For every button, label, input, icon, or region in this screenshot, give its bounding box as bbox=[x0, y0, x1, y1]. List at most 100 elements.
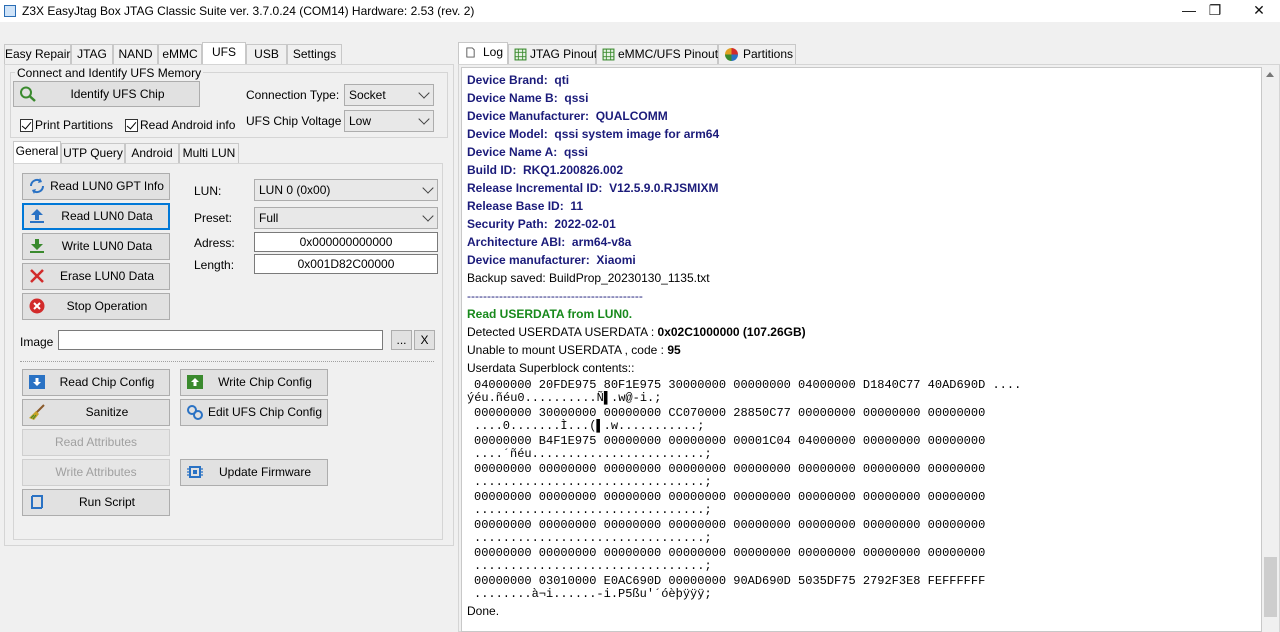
chip-icon bbox=[187, 466, 203, 478]
chip-down-icon bbox=[29, 375, 45, 389]
preset-select[interactable]: Full bbox=[254, 207, 438, 229]
tab-jtag[interactable]: JTAG bbox=[71, 44, 113, 64]
log-mount-line: Unable to mount USERDATA , code : 95 bbox=[467, 343, 681, 357]
tab-usb[interactable]: USB bbox=[246, 44, 287, 64]
log-backup-line: Backup saved: BuildProp_20230130_1135.tx… bbox=[467, 271, 710, 285]
tab-nand[interactable]: NAND bbox=[113, 44, 158, 64]
hex-row: 00000000 00000000 00000000 00000000 0000… bbox=[474, 518, 986, 532]
hex-ascii: ....0.......Ì...(▌.w...........; bbox=[474, 419, 705, 433]
tab-partitions[interactable]: Partitions bbox=[718, 44, 796, 64]
identify-ufs-button[interactable]: Identify UFS Chip bbox=[13, 81, 200, 107]
log-scrollbar[interactable] bbox=[1262, 67, 1279, 632]
hex-ascii: ýéu.ñéu0..........Ñ▌.w@-i.; bbox=[467, 391, 662, 405]
address-input[interactable]: 0x000000000000 bbox=[254, 232, 438, 252]
close-button[interactable]: ✕ bbox=[1236, 0, 1280, 22]
log-prop-line: Security Path: 2022-02-01 bbox=[467, 217, 616, 231]
print-partitions-label: Print Partitions bbox=[35, 118, 114, 132]
write-attributes-button[interactable]: Write Attributes bbox=[22, 459, 170, 486]
sanitize-button[interactable]: Sanitize bbox=[22, 399, 170, 426]
chevron-down-icon bbox=[418, 87, 430, 99]
log-done: Done. bbox=[467, 604, 500, 618]
main-tab-bar: Easy Repair JTAG NAND eMMC UFS USB Setti… bbox=[4, 42, 454, 66]
sub-tab-bar: General UTP Query Android Multi LUN bbox=[13, 141, 443, 165]
lun-label: LUN: bbox=[194, 184, 222, 198]
image-clear-button[interactable]: X bbox=[414, 330, 435, 350]
title-bar: Z3X EasyJtag Box JTAG Classic Suite ver.… bbox=[0, 0, 1280, 22]
connect-group-title: Connect and Identify UFS Memory bbox=[15, 66, 204, 80]
log-icon bbox=[466, 47, 475, 58]
log-prop-line: Device Model: qssi system image for arm6… bbox=[467, 127, 720, 141]
tab-emmc-ufs-pinout[interactable]: eMMC/UFS Pinout bbox=[596, 44, 718, 64]
tab-emmc[interactable]: eMMC bbox=[158, 44, 202, 64]
hex-row: 00000000 B4F1E975 00000000 00000000 0000… bbox=[474, 434, 986, 448]
hex-row: 00000000 00000000 00000000 00000000 0000… bbox=[474, 462, 986, 476]
settings-cog-icon bbox=[187, 405, 203, 420]
connection-type-select[interactable]: Socket bbox=[344, 84, 434, 106]
stop-icon bbox=[29, 298, 45, 314]
write-chip-config-button[interactable]: Write Chip Config bbox=[180, 369, 328, 396]
erase-x-icon bbox=[30, 269, 44, 283]
run-script-button[interactable]: Run Script bbox=[22, 489, 170, 516]
download-arrow-icon bbox=[30, 239, 44, 253]
read-lun0-gpt-button[interactable]: Read LUN0 GPT Info bbox=[22, 173, 170, 200]
tab-multi-lun[interactable]: Multi LUN bbox=[179, 143, 239, 163]
read-attributes-button[interactable]: Read Attributes bbox=[22, 429, 170, 456]
chevron-down-icon bbox=[422, 182, 434, 194]
chip-voltage-select[interactable]: Low bbox=[344, 110, 434, 132]
read-android-info-label: Read Android info bbox=[140, 118, 236, 132]
tab-easy-repair[interactable]: Easy Repair bbox=[4, 44, 71, 64]
divider bbox=[20, 361, 434, 362]
image-label: Image bbox=[20, 335, 54, 349]
hex-row: 00000000 30000000 00000000 CC070000 2885… bbox=[474, 406, 986, 420]
tab-android[interactable]: Android bbox=[125, 143, 179, 163]
length-input[interactable]: 0x001D82C00000 bbox=[254, 254, 438, 274]
log-prop-line: Build ID: RKQ1.200826.002 bbox=[467, 163, 624, 177]
preset-label: Preset: bbox=[194, 211, 233, 225]
chip-up-icon bbox=[187, 375, 203, 389]
script-icon bbox=[31, 495, 43, 509]
hex-ascii: ....´ñéu........................; bbox=[474, 447, 712, 461]
read-lun0-data-button[interactable]: Read LUN0 Data bbox=[22, 203, 170, 230]
print-partitions-checkbox[interactable] bbox=[20, 119, 33, 132]
erase-lun0-data-button[interactable]: Erase LUN0 Data bbox=[22, 263, 170, 290]
tab-settings[interactable]: Settings bbox=[287, 44, 342, 64]
stop-operation-button[interactable]: Stop Operation bbox=[22, 293, 170, 320]
hex-ascii: ................................; bbox=[474, 559, 712, 573]
write-lun0-data-button[interactable]: Write LUN0 Data bbox=[22, 233, 170, 260]
log-prop-line: Device manufacturer: Xiaomi bbox=[467, 253, 636, 267]
log-output[interactable]: Device Brand: qti Device Name B: qssi De… bbox=[461, 67, 1262, 632]
update-firmware-button[interactable]: Update Firmware bbox=[180, 459, 328, 486]
tab-general[interactable]: General bbox=[13, 141, 61, 163]
image-path-input[interactable] bbox=[58, 330, 383, 350]
tab-log[interactable]: Log bbox=[458, 42, 508, 64]
log-prop-line: Device Name A: qssi bbox=[467, 145, 588, 159]
edit-ufs-chip-config-button[interactable]: Edit UFS Chip Config bbox=[180, 399, 328, 426]
log-superblock-title: Userdata Superblock contents:: bbox=[467, 361, 635, 375]
hex-row: 00000000 03010000 E0AC690D 00000000 90AD… bbox=[474, 574, 986, 588]
log-prop-line: Release Base ID: 11 bbox=[467, 199, 584, 213]
scroll-thumb[interactable] bbox=[1264, 557, 1277, 617]
chip-voltage-label: UFS Chip Voltage : bbox=[246, 114, 349, 128]
log-detected-line: Detected USERDATA USERDATA : 0x02C100000… bbox=[467, 325, 806, 339]
hex-row: 04000000 20FDE975 80F1E975 30000000 0000… bbox=[474, 378, 1022, 392]
log-prop-line: Device Name B: qssi bbox=[467, 91, 589, 105]
read-android-info-checkbox[interactable] bbox=[125, 119, 138, 132]
image-browse-button[interactable]: ... bbox=[391, 330, 412, 350]
chevron-down-icon bbox=[418, 113, 430, 125]
log-divider: ----------------------------------------… bbox=[467, 289, 643, 303]
pinout-icon bbox=[514, 48, 527, 61]
maximize-button[interactable]: ❐ bbox=[1192, 0, 1238, 22]
hex-ascii: ................................; bbox=[474, 531, 712, 545]
tab-utp-query[interactable]: UTP Query bbox=[61, 143, 125, 163]
chevron-down-icon bbox=[422, 210, 434, 222]
upload-arrow-icon bbox=[30, 209, 44, 223]
scroll-up-arrow-icon[interactable] bbox=[1266, 72, 1274, 77]
tab-jtag-pinout[interactable]: JTAG Pinout bbox=[508, 44, 597, 64]
lun-select[interactable]: LUN 0 (0x00) bbox=[254, 179, 438, 201]
log-prop-line: Device Brand: qti bbox=[467, 73, 570, 87]
pinout-icon bbox=[602, 48, 615, 61]
right-tab-bar: Log JTAG Pinout eMMC/UFS Pinout Partitio… bbox=[458, 42, 1280, 66]
tab-ufs[interactable]: UFS bbox=[202, 42, 246, 64]
read-chip-config-button[interactable]: Read Chip Config bbox=[22, 369, 170, 396]
hex-ascii: ........à¬i......-i.P5ßu'´óèþÿÿÿ; bbox=[474, 587, 712, 601]
